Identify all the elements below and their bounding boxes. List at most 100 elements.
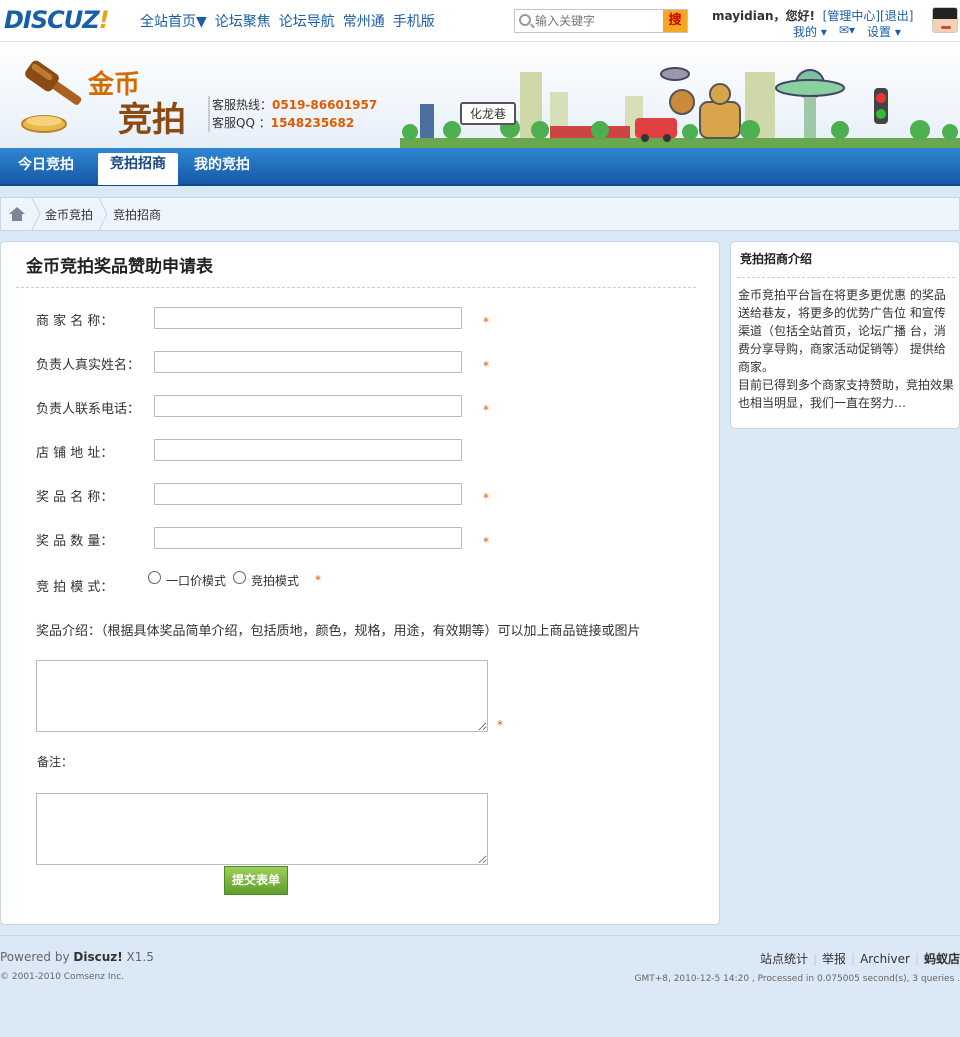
separator: | [914, 952, 919, 966]
logo-text: DISCUZ [4, 6, 100, 34]
footer-links: 站点统计 | 举报 | Archiver | 蚂蚁店 [760, 950, 960, 967]
banner-title-bottom: 竞拍 [118, 100, 186, 140]
hotline-label: 客服热线： [212, 98, 273, 112]
search-icon [519, 14, 531, 26]
separator: | [851, 952, 856, 966]
settings-menu-label: 设置 [866, 25, 891, 39]
time-info: GMT+8, 2010-12-5 14:20 , Processed in 0.… [634, 974, 960, 984]
breadcrumb-separator-icon [31, 198, 41, 230]
breadcrumb-separator-icon [98, 198, 108, 230]
side-panel: 竞拍招商介绍 金币竞拍平台旨在将更多更优惠 的奖品送给巷友，将更多的优势广告位 … [730, 241, 960, 429]
field-label: 店 铺 地 址： [36, 446, 114, 461]
qq-label: 客服QQ ： [212, 116, 271, 130]
report-link[interactable]: 举报 [822, 952, 846, 966]
logo-mark: ! [98, 6, 110, 34]
nav-home-link[interactable]: 全站首页▼ [140, 11, 207, 31]
powered-brand-link[interactable]: Discuz! [73, 950, 122, 964]
submit-button[interactable]: 提交表单 [224, 866, 288, 895]
top-bar: DISCUZ! 全站首页▼ 论坛聚焦 论坛导航 常州通 手机版 搜 mayidi… [0, 0, 960, 42]
nav-mobile-link[interactable]: 手机版 [393, 11, 435, 31]
admin-center-link[interactable]: [管理中心] [823, 9, 880, 23]
my-menu[interactable]: 我的 ▾ [793, 23, 827, 40]
discuz-logo[interactable]: DISCUZ! [4, 6, 110, 34]
search-button[interactable]: 搜 [663, 10, 687, 32]
required-mark: * [483, 403, 489, 417]
footer: Powered by Discuz! X1.5 © 2001-2010 Coms… [0, 935, 960, 1037]
nav-focus-link[interactable]: 论坛聚焦 [215, 11, 271, 31]
remark-label: 备注： [37, 755, 74, 769]
nav-guide-link[interactable]: 论坛导航 [279, 11, 335, 31]
powered-prefix: Powered by [0, 950, 74, 964]
qq-value: 1548235682 [270, 116, 355, 130]
application-form: 金币竞拍奖品赞助申请表 商 家 名 称： * 负责人真实姓名： * 负责人联系电… [0, 241, 720, 925]
required-mark: * [315, 573, 321, 587]
tab-today-auction[interactable]: 今日竞拍 [18, 154, 74, 186]
breadcrumb-auction-link[interactable]: 金币竞拍 [45, 206, 93, 223]
breadcrumb: 金币竞拍 竞拍招商 [0, 197, 960, 231]
required-mark: * [483, 535, 489, 549]
field-label: 奖 品 数 量： [36, 534, 114, 549]
stats-link[interactable]: 站点统计 [760, 952, 808, 966]
settings-menu[interactable]: 设置 ▾ [867, 23, 901, 40]
prize-intro-label: 奖品介绍：（根据具体奖品简单介绍，包括质地，颜色，规格，用途，有效期等）可以加上… [36, 624, 641, 639]
city-illustration [400, 67, 960, 148]
caret-down-icon: ▾ [820, 25, 827, 39]
user-info: mayidian，您好! [管理中心][退出] [712, 7, 913, 24]
top-nav: 全站首页▼ 论坛聚焦 论坛导航 常州通 手机版 [140, 11, 435, 31]
field-label: 竞 拍 模 式： [36, 580, 114, 595]
shop-address-input[interactable] [154, 439, 462, 461]
archiver-link[interactable]: Archiver [860, 952, 910, 966]
envelope-icon: ✉ [838, 23, 849, 37]
my-menu-label: 我的 [793, 25, 818, 39]
gavel-icon [21, 60, 82, 133]
breadcrumb-current: 竞拍招商 [113, 208, 162, 222]
contact-phone-input[interactable] [154, 395, 462, 417]
divider [737, 277, 955, 278]
separator: | [812, 952, 818, 966]
radio-fixed-price-label[interactable]: 一口价模式 [166, 572, 226, 589]
field-label: 商 家 名 称： [36, 314, 114, 329]
required-mark: * [497, 718, 503, 732]
search-input[interactable] [535, 12, 661, 30]
prize-intro-textarea[interactable] [36, 660, 488, 732]
home-icon[interactable] [9, 207, 25, 221]
form-title: 金币竞拍奖品赞助申请表 [26, 257, 213, 277]
prize-name-input[interactable] [154, 483, 462, 505]
powered-version: X1.5 [122, 950, 154, 964]
radio-auction[interactable] [233, 571, 246, 584]
required-mark: * [483, 315, 489, 329]
side-title: 竞拍招商介绍 [740, 252, 813, 266]
main-nav: 今日竞拍 竞拍招商 我的竞拍 [0, 148, 960, 186]
greeting: ，您好! [773, 9, 815, 23]
required-mark: * [483, 491, 489, 505]
caret-down-icon: ▾ [894, 25, 901, 39]
side-text: 金币竞拍平台旨在将更多更优惠 的奖品送给巷友，将更多的优势广告位 和宣传渠道（包… [738, 288, 955, 410]
user-menu: 我的 ▾ ✉▾ 设置 ▾ [793, 23, 901, 40]
contact-name-input[interactable] [154, 351, 462, 373]
search-box: 搜 [514, 9, 688, 33]
site-name[interactable]: 蚂蚁店 [924, 952, 960, 966]
prize-quantity-input[interactable] [154, 527, 462, 549]
tab-my-auction[interactable]: 我的竞拍 [194, 154, 250, 186]
caret-down-icon: ▾ [848, 23, 855, 37]
copyright: © 2001-2010 Comsenz Inc. [0, 972, 125, 982]
tab-auction-invite[interactable]: 竞拍招商 [98, 153, 178, 185]
message-menu[interactable]: ✉▾ [839, 23, 855, 40]
banner-sign: 化龙巷 [460, 102, 517, 125]
powered-by: Powered by Discuz! X1.5 [0, 950, 154, 964]
field-label: 奖 品 名 称： [36, 490, 114, 505]
divider [16, 287, 696, 288]
hotline-value: 0519-86601957 [272, 98, 378, 112]
required-mark: * [483, 359, 489, 373]
radio-auction-label[interactable]: 竞拍模式 [251, 572, 299, 589]
radio-fixed-price[interactable] [148, 571, 161, 584]
remark-textarea[interactable] [36, 793, 488, 865]
merchant-name-input[interactable] [154, 307, 462, 329]
field-label: 负责人真实姓名： [36, 358, 141, 373]
field-label: 负责人联系电话： [36, 402, 141, 417]
logout-link[interactable]: [退出] [880, 9, 913, 23]
hotline-info: 客服热线：0519-86601957 客服QQ ：1548235682 [208, 96, 377, 132]
avatar[interactable] [932, 7, 958, 33]
nav-czt-link[interactable]: 常州通 [343, 11, 385, 31]
user-name[interactable]: mayidian [712, 9, 774, 23]
